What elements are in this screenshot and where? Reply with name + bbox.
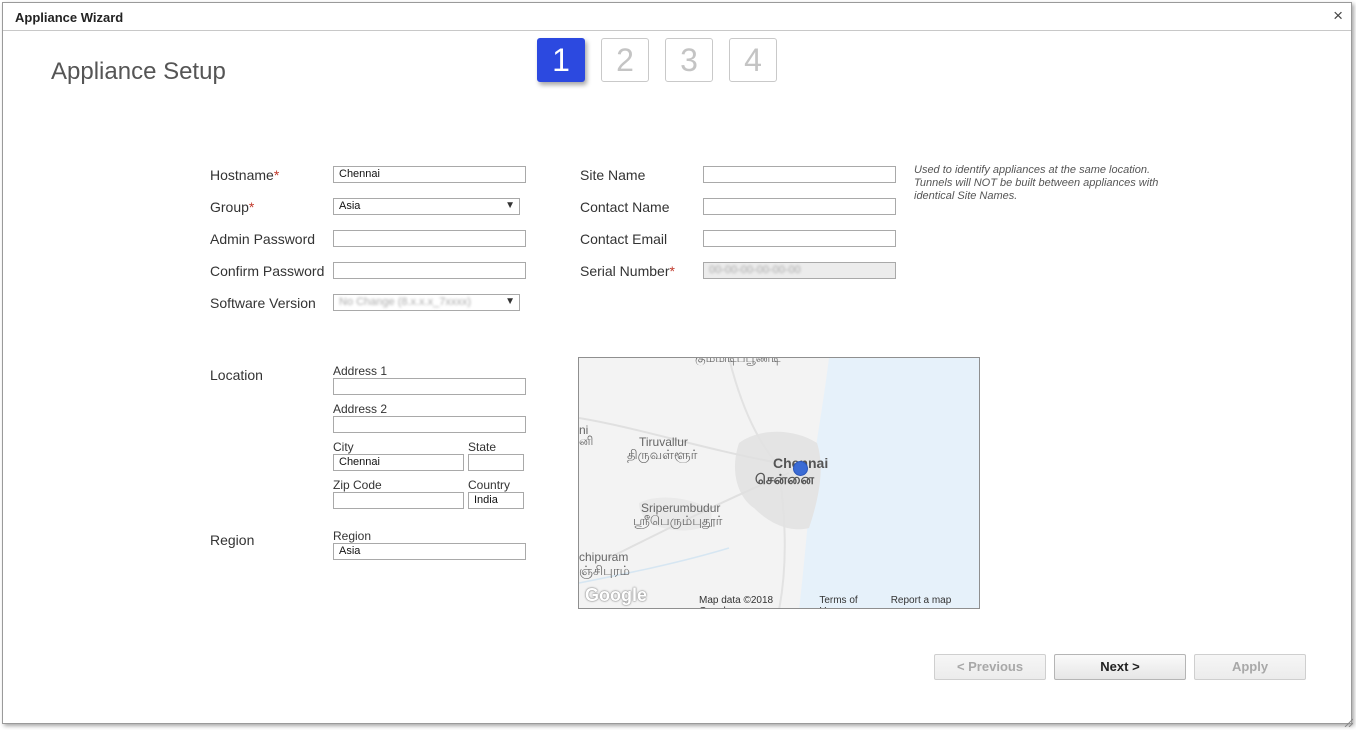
map-label-sriperumbudur-ta: ஸ்ரீபெரும்புதூர்	[633, 513, 723, 528]
software-version-label: Software Version	[210, 295, 316, 311]
region-section-label: Region	[210, 532, 255, 548]
apply-button[interactable]: Apply	[1194, 654, 1306, 680]
software-version-select[interactable]: No Change (8.x.x.x_7xxxx) ▼	[333, 294, 520, 311]
required-marker: *	[248, 199, 255, 215]
location-section-label: Location	[210, 367, 263, 383]
contact-name-field[interactable]	[703, 198, 896, 215]
titlebar: Appliance Wizard ×	[3, 3, 1351, 31]
city-field[interactable]: Chennai	[333, 454, 464, 471]
zip-code-field[interactable]	[333, 492, 464, 509]
state-label: State	[468, 440, 497, 454]
serial-number-label: Serial Number*	[580, 263, 675, 279]
map-pin-icon[interactable]	[793, 461, 808, 476]
address1-label: Address 1	[333, 364, 388, 378]
previous-button[interactable]: < Previous	[934, 654, 1046, 680]
contact-name-label: Contact Name	[580, 199, 670, 215]
serial-number-field: 00-00-00-00-00-00	[703, 262, 896, 279]
dropdown-arrow-icon: ▼	[505, 296, 515, 307]
zip-code-label: Zip Code	[333, 478, 382, 492]
map-label-kanchipuram-ta: ஞ்சிபுரம்	[579, 563, 630, 578]
map-data-credit: Map data ©2018 Google	[699, 595, 774, 608]
address1-field[interactable]	[333, 378, 526, 395]
map-report-link[interactable]: Report a map error	[891, 595, 973, 608]
state-field[interactable]	[468, 454, 524, 471]
google-logo: Google	[585, 585, 647, 605]
site-name-hint: Used to identify appliances at the same …	[914, 164, 1159, 202]
dropdown-arrow-icon: ▼	[505, 200, 515, 211]
hostname-label: Hostname*	[210, 167, 280, 183]
page-title: Appliance Setup	[51, 58, 226, 85]
step-1[interactable]: 1	[537, 38, 585, 82]
location-map[interactable]: கும்மிடிப்பூண்டி ni னி Tiruvallur திருவள…	[578, 357, 980, 609]
group-select[interactable]: Asia ▼	[333, 198, 520, 215]
address2-label: Address 2	[333, 402, 388, 416]
region-field[interactable]: Asia	[333, 543, 526, 560]
confirm-password-label: Confirm Password	[210, 263, 325, 279]
resize-grip-icon[interactable]	[1343, 717, 1353, 727]
address2-field[interactable]	[333, 416, 526, 433]
required-marker: *	[669, 263, 675, 279]
software-version-value: No Change (8.x.x.x_7xxxx)	[339, 296, 472, 308]
group-select-value: Asia	[339, 200, 361, 212]
country-label: Country	[468, 478, 511, 492]
region-field-label: Region	[333, 529, 372, 543]
site-name-label: Site Name	[580, 167, 646, 183]
contact-email-label: Contact Email	[580, 231, 668, 247]
site-name-field[interactable]	[703, 166, 896, 183]
map-label-tiruvallur-ta: திருவள்ளூர்	[627, 447, 698, 462]
close-icon[interactable]: ×	[1333, 7, 1343, 25]
contact-email-field[interactable]	[703, 230, 896, 247]
country-field[interactable]: India	[468, 492, 524, 509]
next-button[interactable]: Next >	[1054, 654, 1186, 680]
group-label: Group*	[210, 199, 255, 215]
required-marker: *	[273, 167, 280, 183]
map-label-top: கும்மிடிப்பூண்டி	[695, 357, 781, 365]
window-title: Appliance Wizard	[15, 10, 124, 25]
admin-password-field[interactable]	[333, 230, 526, 247]
city-label: City	[333, 440, 354, 454]
step-4[interactable]: 4	[729, 38, 777, 82]
admin-password-label: Admin Password	[210, 231, 316, 247]
step-3[interactable]: 3	[665, 38, 713, 82]
serial-number-value: 00-00-00-00-00-00	[709, 264, 801, 276]
map-terms-link[interactable]: Terms of Use	[819, 595, 876, 608]
step-2[interactable]: 2	[601, 38, 649, 82]
map-label-kanchipuram: chipuram	[579, 550, 629, 564]
hostname-field[interactable]: Chennai	[333, 166, 526, 183]
map-label-left-2: னி	[579, 434, 594, 448]
map-footer: Map data ©2018 Google Terms of Use Repor…	[695, 594, 979, 608]
confirm-password-field[interactable]	[333, 262, 526, 279]
